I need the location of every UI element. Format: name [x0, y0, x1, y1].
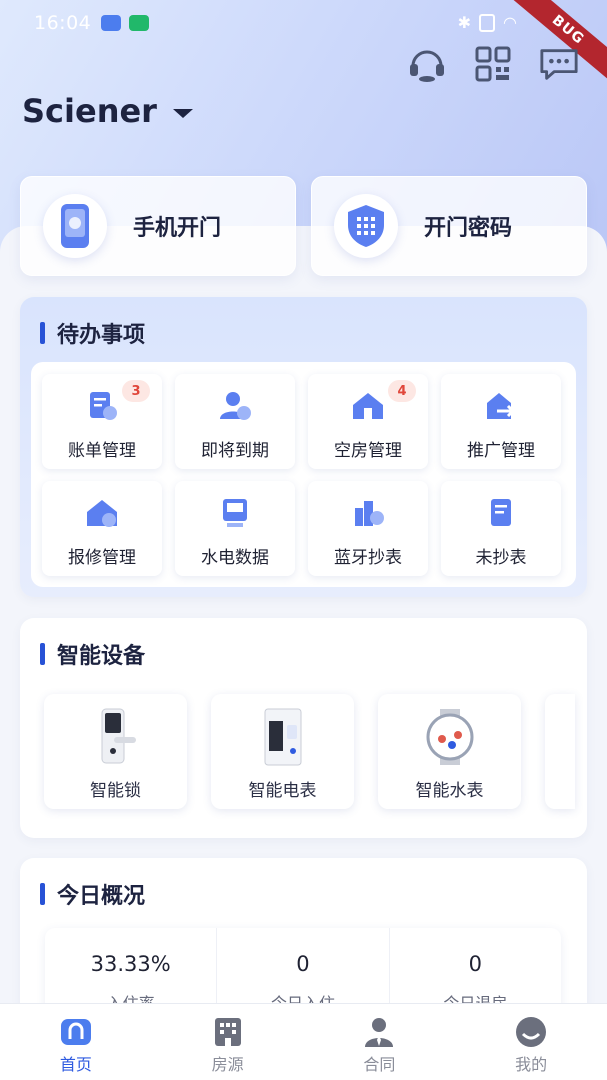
chevron-down-icon: [172, 108, 193, 118]
contract-person-icon: [362, 1016, 396, 1048]
expiring-user-icon: [215, 388, 255, 424]
todo-title: 待办事项: [40, 317, 145, 349]
status-notification-icons: [101, 15, 150, 31]
status-time: 16:04: [34, 12, 92, 34]
org-name: Sciener: [22, 92, 157, 130]
title-accent-bar: [40, 322, 45, 344]
tab-label: 合同: [363, 1055, 396, 1074]
water-meter-icon: [420, 706, 480, 768]
org-selector[interactable]: Sciener: [22, 92, 193, 130]
todo-item-bills[interactable]: 3 账单管理: [42, 374, 162, 469]
todo-item-label: 空房管理: [334, 441, 402, 461]
app-notification-icon: [129, 15, 150, 31]
devices-title: 智能设备: [40, 638, 145, 670]
utility-data-icon: [215, 495, 255, 531]
status-bar: 16:04 ✱ ◠: [0, 0, 607, 46]
header-actions: [407, 44, 579, 84]
tab-label: 我的: [515, 1055, 548, 1074]
todo-item-promotion[interactable]: 推广管理: [441, 374, 561, 469]
bills-count-badge: 3: [122, 380, 150, 402]
bill-icon: [82, 388, 122, 424]
todo-item-label: 未抄表: [475, 548, 527, 568]
title-accent-bar: [40, 643, 45, 665]
home-icon: [59, 1016, 93, 1048]
todo-item-utility[interactable]: 水电数据: [175, 481, 295, 576]
bottom-tab-bar: 首页 房源 合同 我的: [0, 1003, 607, 1080]
password-shield-icon: [334, 194, 398, 258]
electric-meter-icon: [253, 706, 313, 768]
today-title: 今日概况: [40, 878, 145, 910]
device-next-peek[interactable]: [545, 694, 575, 809]
promotion-icon: [481, 388, 521, 424]
tab-contracts[interactable]: 合同: [304, 1004, 456, 1080]
bluetooth-meter-icon: [348, 495, 388, 531]
devices-row: 智能锁 智能电表 智能水表: [44, 694, 575, 809]
device-smart-lock[interactable]: 智能锁: [44, 694, 187, 809]
smart-lock-icon: [86, 706, 146, 768]
phone-unlock-label: 手机开门: [133, 216, 222, 241]
bluetooth-icon: ✱: [457, 13, 472, 32]
devices-card: 智能设备 智能锁 智能电表 智能水表: [20, 618, 587, 838]
tab-home[interactable]: 首页: [0, 1004, 152, 1080]
stat-value: 33.33%: [90, 952, 171, 976]
tab-profile[interactable]: 我的: [455, 1004, 607, 1080]
door-password-label: 开门密码: [424, 216, 513, 241]
todo-item-repair[interactable]: 报修管理: [42, 481, 162, 576]
wifi-icon: ◠: [503, 13, 517, 32]
repair-house-icon: [82, 495, 122, 531]
vacant-count-badge: 4: [388, 380, 416, 402]
unread-meter-icon: [481, 495, 521, 531]
device-label: 智能电表: [248, 781, 317, 801]
tab-label: 房源: [211, 1055, 244, 1074]
vacant-house-icon: [348, 388, 388, 424]
building-icon: [211, 1016, 245, 1048]
title-accent-bar: [40, 883, 45, 905]
todo-grid: 3 账单管理 即将到期 4 空房管理 推广管理 报修管理 水电数据 蓝牙抄表 未…: [42, 374, 561, 576]
todo-item-label: 水电数据: [201, 548, 269, 568]
today-title-text: 今日概况: [57, 884, 146, 909]
todo-item-unread-meter[interactable]: 未抄表: [441, 481, 561, 576]
todo-item-vacant[interactable]: 4 空房管理: [308, 374, 428, 469]
headset-icon[interactable]: [407, 44, 447, 84]
usb-icon: [101, 15, 122, 31]
device-water-meter[interactable]: 智能水表: [378, 694, 521, 809]
qrcode-icon[interactable]: [473, 44, 513, 84]
phone-door-icon: [43, 194, 107, 258]
phone-unlock-button[interactable]: 手机开门: [20, 176, 296, 276]
device-electric-meter[interactable]: 智能电表: [211, 694, 354, 809]
status-system-icons: ✱ ◠: [458, 13, 517, 32]
devices-title-text: 智能设备: [57, 644, 146, 669]
todo-title-text: 待办事项: [57, 323, 146, 348]
tab-label: 首页: [59, 1055, 92, 1074]
todo-item-bluetooth[interactable]: 蓝牙抄表: [308, 481, 428, 576]
todo-item-label: 账单管理: [68, 441, 136, 461]
stat-value: 0: [468, 952, 482, 976]
todo-card: 待办事项 3 账单管理 即将到期 4 空房管理 推广管理 报修管理 水电数据 蓝…: [20, 297, 587, 597]
todo-item-label: 报修管理: [68, 548, 136, 568]
todo-item-label: 蓝牙抄表: [334, 548, 402, 568]
device-label: 智能水表: [415, 781, 484, 801]
tab-listings[interactable]: 房源: [152, 1004, 304, 1080]
device-label: 智能锁: [90, 781, 141, 801]
message-icon[interactable]: [539, 44, 579, 84]
today-card: 今日概况 33.33% 入住率 0 今日入住 0 今日退房: [20, 858, 587, 1018]
stat-value: 0: [296, 952, 310, 976]
door-password-button[interactable]: 开门密码: [311, 176, 587, 276]
todo-item-expiring[interactable]: 即将到期: [175, 374, 295, 469]
vibrate-icon: [479, 13, 496, 32]
todo-item-label: 推广管理: [467, 441, 535, 461]
todo-panel: 3 账单管理 即将到期 4 空房管理 推广管理 报修管理 水电数据 蓝牙抄表 未…: [31, 362, 576, 587]
profile-icon: [514, 1016, 548, 1048]
todo-item-label: 即将到期: [201, 441, 269, 461]
